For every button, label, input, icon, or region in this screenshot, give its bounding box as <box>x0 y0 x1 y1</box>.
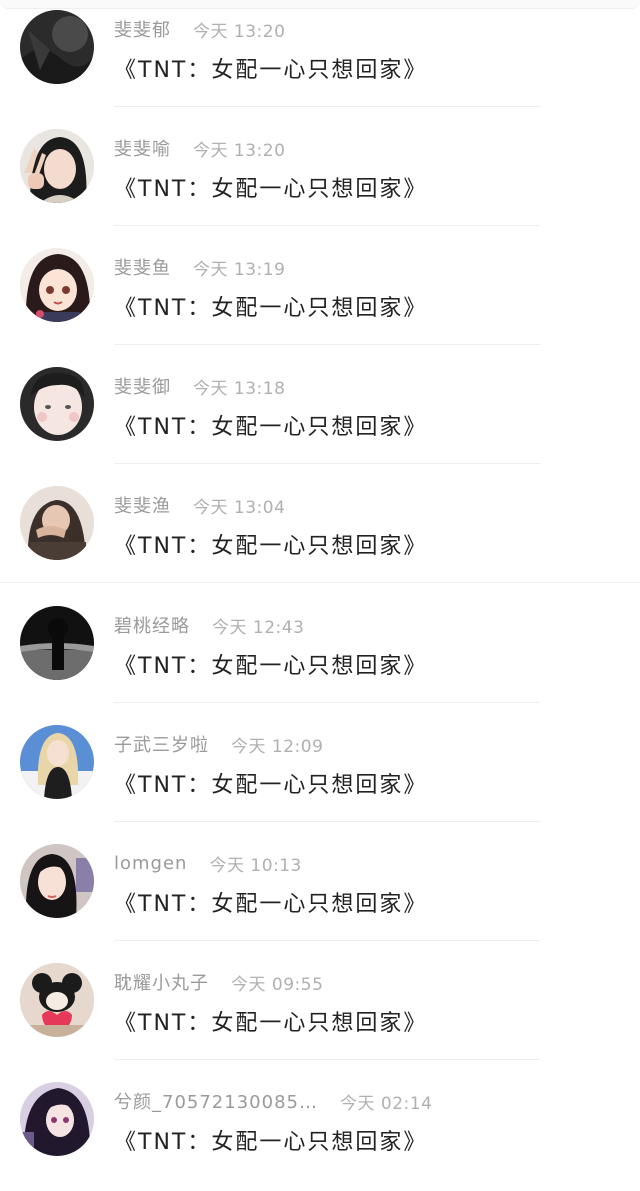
comment-meta: 斐斐御 今天 13:18 <box>114 373 285 399</box>
timestamp: 今天 13:19 <box>193 259 286 280</box>
nickname[interactable]: 耽耀小丸子 <box>114 969 209 995</box>
comment-feed: 斐斐郁 今天 13:20 《TNT：女配一心只想回家》 斐斐喻 今天 13:20… <box>0 0 640 1175</box>
timestamp: 今天 13:18 <box>193 378 286 399</box>
dark-photo-avatar[interactable] <box>20 10 94 84</box>
divider <box>114 1059 540 1060</box>
comment-text: 《TNT：女配一心只想回家》 <box>114 654 428 679</box>
comment-meta: 斐斐鱼 今天 13:19 <box>114 254 285 280</box>
silhouette-avatar[interactable] <box>20 606 94 680</box>
nickname[interactable]: 碧桃经略 <box>114 612 190 638</box>
comment-item[interactable]: 子武三岁啦 今天 12:09 《TNT：女配一心只想回家》 <box>0 715 640 834</box>
anime-dark-avatar[interactable] <box>20 1082 94 1156</box>
timestamp: 今天 12:09 <box>231 736 324 757</box>
comment-item[interactable]: 斐斐御 今天 13:18 《TNT：女配一心只想回家》 <box>0 357 640 476</box>
nickname[interactable]: 斐斐御 <box>114 373 171 399</box>
comment-text: 《TNT：女配一心只想回家》 <box>114 534 428 559</box>
divider <box>114 821 540 822</box>
divider <box>114 225 540 226</box>
comment-meta: 子武三岁啦 今天 12:09 <box>114 731 323 757</box>
timestamp: 今天 13:20 <box>193 140 286 161</box>
divider <box>114 344 540 345</box>
nickname[interactable]: 子武三岁啦 <box>114 731 209 757</box>
pale-face-avatar[interactable] <box>20 367 94 441</box>
girl-peace-sign-avatar[interactable] <box>20 129 94 203</box>
comment-item[interactable]: lomgen 今天 10:13 《TNT：女配一心只想回家》 <box>0 834 640 953</box>
comment-item[interactable]: 耽耀小丸子 今天 09:55 《TNT：女配一心只想回家》 <box>0 953 640 1072</box>
timestamp: 今天 09:55 <box>231 974 324 995</box>
comment-item[interactable]: 斐斐渔 今天 13:04 《TNT：女配一心只想回家》 <box>0 476 640 595</box>
comment-item[interactable]: 碧桃经略 今天 12:43 《TNT：女配一心只想回家》 <box>0 596 640 715</box>
comment-meta: 斐斐郁 今天 13:20 <box>114 16 285 42</box>
anime-girl-avatar[interactable] <box>20 248 94 322</box>
nickname[interactable]: 兮颜_70572130085… <box>114 1088 318 1114</box>
comment-meta: 斐斐渔 今天 13:04 <box>114 492 285 518</box>
nickname[interactable]: 斐斐渔 <box>114 492 171 518</box>
comment-text: 《TNT：女配一心只想回家》 <box>114 1130 428 1155</box>
comment-item[interactable]: 斐斐郁 今天 13:20 《TNT：女配一心只想回家》 <box>0 0 640 119</box>
timestamp: 今天 13:04 <box>193 497 286 518</box>
comment-text: 《TNT：女配一心只想回家》 <box>114 296 428 321</box>
timestamp: 今天 10:13 <box>209 855 302 876</box>
comment-item[interactable]: 兮颜_70572130085… 今天 02:14 《TNT：女配一心只想回家》 <box>0 1072 640 1191</box>
divider <box>114 463 540 464</box>
nickname[interactable]: 斐斐郁 <box>114 16 171 42</box>
nickname[interactable]: 斐斐鱼 <box>114 254 171 280</box>
dark-hair-girl-avatar[interactable] <box>20 844 94 918</box>
comment-text: 《TNT：女配一心只想回家》 <box>114 773 428 798</box>
divider <box>114 106 540 107</box>
comment-item[interactable]: 斐斐喻 今天 13:20 《TNT：女配一心只想回家》 <box>0 119 640 238</box>
timestamp: 今天 12:43 <box>212 617 305 638</box>
comment-item[interactable]: 斐斐鱼 今天 13:19 《TNT：女配一心只想回家》 <box>0 238 640 357</box>
plush-toy-avatar[interactable] <box>20 963 94 1037</box>
comment-text: 《TNT：女配一心只想回家》 <box>114 1011 428 1036</box>
divider <box>0 582 640 583</box>
comment-meta: 斐斐喻 今天 13:20 <box>114 135 285 161</box>
comment-meta: lomgen 今天 10:13 <box>114 850 302 876</box>
comment-text: 《TNT：女配一心只想回家》 <box>114 58 428 83</box>
comment-meta: 兮颜_70572130085… 今天 02:14 <box>114 1088 432 1114</box>
comment-text: 《TNT：女配一心只想回家》 <box>114 177 428 202</box>
divider <box>114 702 540 703</box>
comment-meta: 碧桃经略 今天 12:43 <box>114 612 304 638</box>
timestamp: 今天 02:14 <box>339 1093 433 1114</box>
comment-text: 《TNT：女配一心只想回家》 <box>114 892 428 917</box>
divider <box>114 940 540 941</box>
comment-text: 《TNT：女配一心只想回家》 <box>114 415 428 440</box>
girl-hoodie-avatar[interactable] <box>20 486 94 560</box>
comment-meta: 耽耀小丸子 今天 09:55 <box>114 969 323 995</box>
nickname[interactable]: lomgen <box>114 853 187 874</box>
timestamp: 今天 13:20 <box>193 21 286 42</box>
blonde-girl-avatar[interactable] <box>20 725 94 799</box>
nickname[interactable]: 斐斐喻 <box>114 135 171 161</box>
